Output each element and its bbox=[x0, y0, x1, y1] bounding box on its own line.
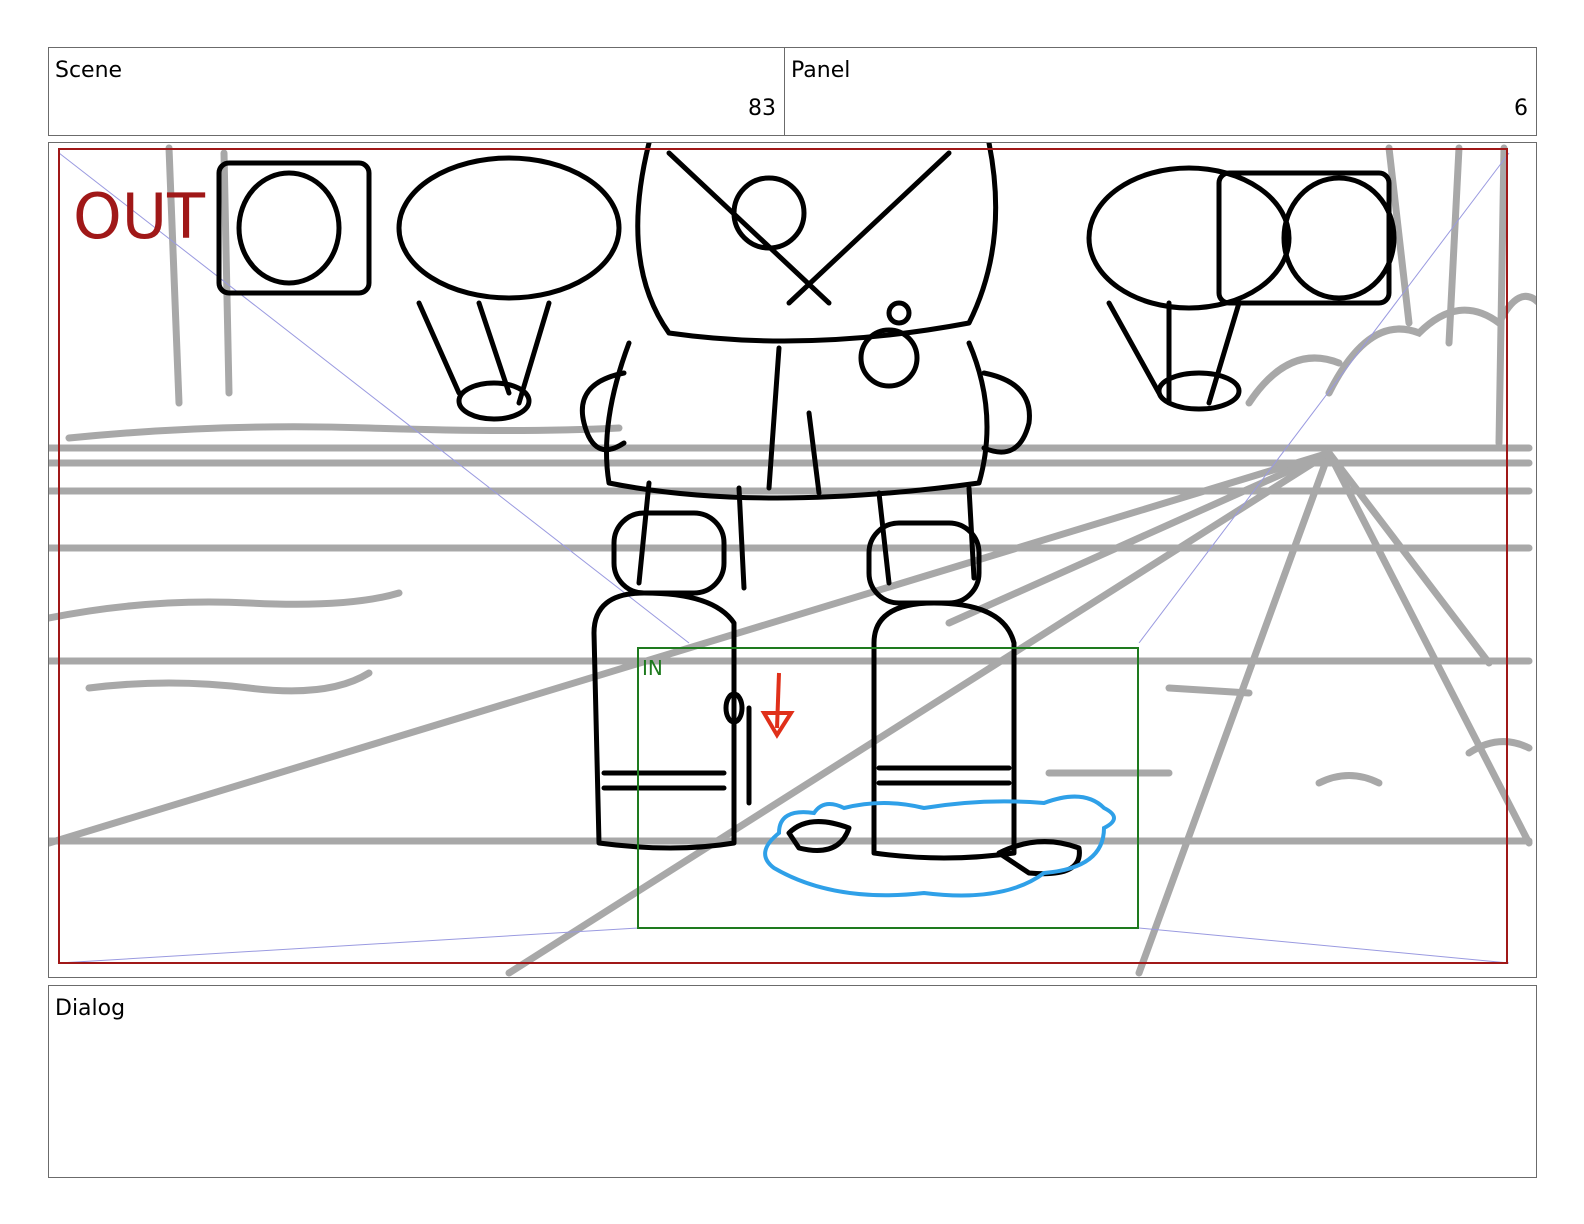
in-frame-label: IN bbox=[642, 656, 663, 680]
storyboard-frame: IN OUT bbox=[48, 142, 1537, 978]
scene-field: Scene 83 bbox=[48, 47, 785, 136]
panel-field: Panel 6 bbox=[784, 47, 1537, 136]
panel-number: 6 bbox=[1514, 96, 1528, 121]
out-frame-label: OUT bbox=[73, 180, 206, 253]
dialog-label: Dialog bbox=[55, 996, 126, 1021]
dialog-field: Dialog bbox=[48, 985, 1537, 1178]
storyboard-drawing: IN OUT bbox=[49, 143, 1536, 977]
scene-label: Scene bbox=[55, 58, 123, 83]
scene-number: 83 bbox=[748, 96, 776, 121]
puddle-sketch bbox=[763, 794, 1116, 898]
panel-label: Panel bbox=[791, 58, 851, 83]
arrow-down-icon bbox=[760, 672, 795, 739]
